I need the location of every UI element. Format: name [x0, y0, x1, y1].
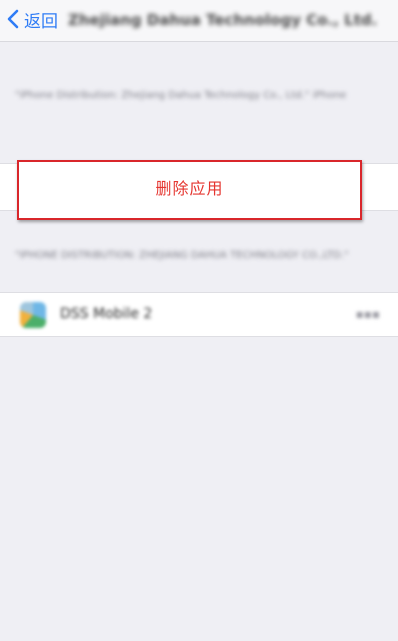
app-icon	[20, 302, 46, 328]
page-title: Zhejiang Dahua Technology Co., Ltd.	[68, 11, 378, 29]
back-label: 返回	[24, 11, 58, 32]
app-status: ▪▪▪	[355, 307, 380, 321]
navigation-bar: 返回 Zhejiang Dahua Technology Co., Ltd.	[0, 0, 398, 42]
chevron-left-icon	[7, 9, 19, 29]
delete-app-button[interactable]: 删除应用	[17, 175, 362, 199]
back-button[interactable]: 返回	[6, 6, 58, 32]
app-list-item[interactable]: DSS Mobile 2 ▪▪▪	[0, 292, 398, 337]
apps-section-description: "IPHONE DISTRIBUTION: ZHEJIANG DAHUA TEC…	[15, 250, 349, 261]
developer-description: "iPhone Distribution: Zhejiang Dahua Tec…	[15, 90, 347, 101]
app-name: DSS Mobile 2	[60, 306, 153, 322]
